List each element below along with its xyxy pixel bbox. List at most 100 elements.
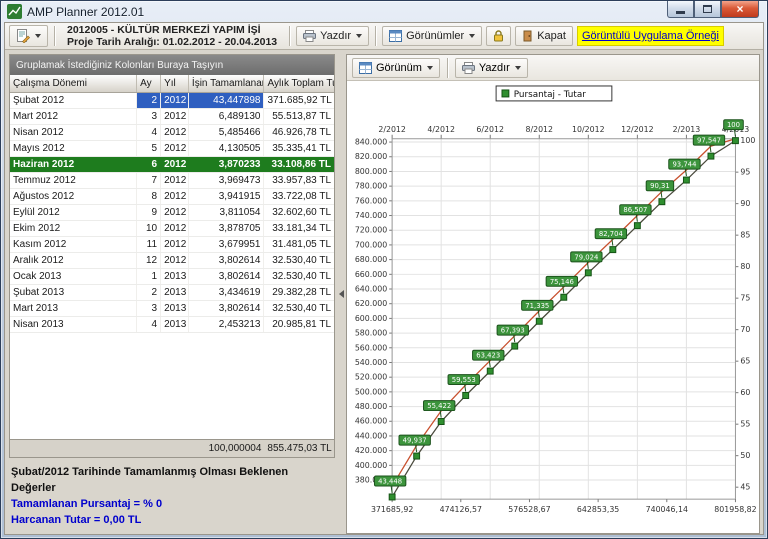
- column-header-period[interactable]: Çalışma Dönemi: [10, 75, 137, 92]
- table-cell: 2012: [161, 141, 189, 156]
- table-cell: 3: [137, 109, 161, 124]
- maximize-button[interactable]: [694, 1, 721, 18]
- table-row[interactable]: Temmuz 2012720123,96947333.957,83 TL: [10, 173, 334, 189]
- info-spent-amount: Harcanan Tutar = 0,00 TL: [11, 512, 335, 528]
- table-cell: 33.181,34 TL: [264, 221, 334, 236]
- svg-text:400.000: 400.000: [355, 461, 387, 470]
- table-cell: Ağustos 2012: [10, 189, 137, 204]
- group-by-dropzone[interactable]: Gruplamak İstediğiniz Kolonları Buraya T…: [10, 55, 334, 75]
- svg-text:85: 85: [740, 231, 750, 240]
- table-cell: 2,453213: [189, 317, 265, 332]
- table-row[interactable]: Ekim 20121020123,87870533.181,34 TL: [10, 221, 334, 237]
- close-view-button[interactable]: Kapat: [515, 26, 573, 46]
- print-button[interactable]: Yazdır: [296, 26, 369, 46]
- edit-project-button[interactable]: [9, 25, 48, 47]
- chart-print-label: Yazdır: [479, 62, 510, 74]
- svg-text:740.000: 740.000: [355, 211, 387, 220]
- periods-grid: Gruplamak İstediğiniz Kolonları Buraya T…: [9, 54, 335, 458]
- table-row[interactable]: Mart 2012320126,48913055.513,87 TL: [10, 109, 334, 125]
- chart-panel: Görünüm Yazdır 380.000400.000420.000440.…: [346, 54, 760, 534]
- svg-text:840.000: 840.000: [355, 137, 387, 146]
- table-row[interactable]: Ağustos 2012820123,94191533.722,08 TL: [10, 189, 334, 205]
- table-cell: 46.926,78 TL: [264, 125, 334, 140]
- column-header-amount[interactable]: Aylık Toplam Tu: [264, 75, 334, 92]
- table-cell: 11: [137, 237, 161, 252]
- table-cell: Kasım 2012: [10, 237, 137, 252]
- table-cell: 3,941915: [189, 189, 265, 204]
- chart-print-button[interactable]: Yazdır: [455, 58, 528, 78]
- table-row[interactable]: Mart 2013320133,80261432.530,40 TL: [10, 301, 334, 317]
- table-cell: 3,878705: [189, 221, 265, 236]
- svg-text:55: 55: [740, 420, 750, 429]
- table-row[interactable]: Mayıs 2012520124,13050535.335,41 TL: [10, 141, 334, 157]
- svg-text:67,393: 67,393: [501, 327, 525, 335]
- svg-text:680.000: 680.000: [355, 255, 387, 264]
- svg-text:801958,82: 801958,82: [714, 505, 756, 514]
- printer-icon: [462, 62, 475, 74]
- collapse-left-icon: [339, 290, 344, 298]
- svg-text:620.000: 620.000: [355, 299, 387, 308]
- window-title: AMP Planner 2012.01: [27, 5, 144, 19]
- client-area: 2012005 - KÜLTÜR MERKEZİ YAPIM İŞİ Proje…: [4, 22, 764, 535]
- svg-text:55,422: 55,422: [427, 402, 451, 410]
- table-cell: 32.530,40 TL: [264, 301, 334, 316]
- column-header-completed[interactable]: İşin Tamamlanan: [189, 75, 265, 92]
- svg-text:90: 90: [740, 199, 750, 208]
- svg-text:780.000: 780.000: [355, 182, 387, 191]
- svg-text:10/2012: 10/2012: [572, 125, 605, 134]
- table-cell: Ekim 2012: [10, 221, 137, 236]
- table-cell: Mart 2012: [10, 109, 137, 124]
- table-cell: 6,489130: [189, 109, 265, 124]
- series-tutar: [392, 139, 735, 486]
- views-button[interactable]: Görünümler: [382, 26, 482, 46]
- table-row[interactable]: Nisan 2012420125,48546646.926,78 TL: [10, 125, 334, 141]
- panel-splitter[interactable]: [337, 54, 346, 534]
- chart-area: 380.000400.000420.000440.000460.000480.0…: [347, 81, 759, 534]
- main-toolbar: 2012005 - KÜLTÜR MERKEZİ YAPIM İŞİ Proje…: [5, 23, 763, 50]
- table-row[interactable]: Haziran 2012620123,87023333.108,86 TL: [10, 157, 334, 173]
- project-date-range: Proje Tarih Aralığı: 01.02.2012 - 20.04.…: [67, 36, 277, 48]
- toolbar-separator: [447, 58, 448, 78]
- table-cell: 2012: [161, 125, 189, 140]
- lock-icon: [493, 30, 504, 42]
- grid-header: Çalışma Dönemi Ay Yıl İşin Tamamlanan Ay…: [10, 75, 334, 93]
- table-cell: 2012: [161, 173, 189, 188]
- chart-legend: Pursantaj - Tutar: [496, 86, 612, 101]
- views-button-label: Görünümler: [406, 30, 464, 42]
- svg-text:420.000: 420.000: [355, 446, 387, 455]
- close-button[interactable]: ×: [721, 1, 759, 18]
- table-cell: 5,485466: [189, 125, 265, 140]
- table-cell: 32.530,40 TL: [264, 269, 334, 284]
- table-cell: 5: [137, 141, 161, 156]
- svg-text:560.000: 560.000: [355, 343, 387, 352]
- chart-grid: [392, 139, 735, 499]
- table-cell: 33.722,08 TL: [264, 189, 334, 204]
- table-cell: 3,679951: [189, 237, 265, 252]
- minimize-button[interactable]: [667, 1, 694, 18]
- table-row[interactable]: Şubat 2013220133,43461929.382,28 TL: [10, 285, 334, 301]
- table-row[interactable]: Nisan 2013420132,45321320.985,81 TL: [10, 317, 334, 333]
- column-header-month[interactable]: Ay: [137, 75, 161, 92]
- toolbar-separator: [54, 26, 55, 46]
- demo-video-link[interactable]: Görüntülü Uygulama Örneği: [577, 26, 724, 46]
- table-row[interactable]: Ocak 2013120133,80261432.530,40 TL: [10, 269, 334, 285]
- table-row[interactable]: Kasım 20121120123,67995131.481,05 TL: [10, 237, 334, 253]
- svg-text:580.000: 580.000: [355, 329, 387, 338]
- chevron-down-icon: [356, 34, 362, 38]
- chart-view-label: Görünüm: [376, 62, 422, 74]
- svg-text:720.000: 720.000: [355, 226, 387, 235]
- chart-toolbar: Görünüm Yazdır: [347, 55, 759, 81]
- column-header-year[interactable]: Yıl: [161, 75, 189, 92]
- svg-text:100: 100: [740, 136, 755, 145]
- lock-button[interactable]: [486, 26, 511, 46]
- table-cell: 2012: [161, 189, 189, 204]
- table-row[interactable]: Eylül 2012920123,81105432.602,60 TL: [10, 205, 334, 221]
- table-row[interactable]: Şubat 20122201243,447898371.685,92 TL: [10, 93, 334, 109]
- table-cell: 2013: [161, 285, 189, 300]
- table-cell: Mart 2013: [10, 301, 137, 316]
- table-cell: 20.985,81 TL: [264, 317, 334, 332]
- table-row[interactable]: Aralık 20121220123,80261432.530,40 TL: [10, 253, 334, 269]
- chart-view-button[interactable]: Görünüm: [352, 58, 440, 78]
- table-cell: 2: [137, 285, 161, 300]
- svg-text:800.000: 800.000: [355, 167, 387, 176]
